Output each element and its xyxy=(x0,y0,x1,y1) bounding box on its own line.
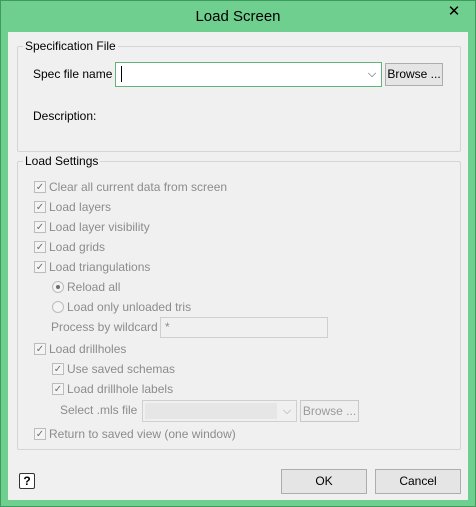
chevron-down-icon[interactable]: ⌵ xyxy=(366,68,378,80)
reload-all-radio[interactable] xyxy=(52,281,64,293)
select-mls-label: Select .mls file xyxy=(60,403,138,417)
clear-all-checkbox[interactable]: ✓ xyxy=(34,181,46,193)
description-label: Description: xyxy=(33,109,97,123)
spec-browse-button[interactable]: Browse ... xyxy=(385,63,443,86)
process-wildcard-input[interactable]: * xyxy=(160,317,328,338)
load-layer-visibility-checkbox[interactable]: ✓ xyxy=(34,221,46,233)
load-screen-dialog: Load Screen ✕ Specification File Spec fi… xyxy=(0,0,476,507)
spec-file-name-combo[interactable]: ⌵ xyxy=(115,62,382,87)
dialog-title: Load Screen xyxy=(195,8,281,25)
load-triangulations-label: Load triangulations xyxy=(49,260,151,274)
select-mls-combo[interactable]: ⌵ xyxy=(142,400,297,422)
use-saved-schemas-label: Use saved schemas xyxy=(67,362,176,376)
load-grids-checkbox[interactable]: ✓ xyxy=(34,241,46,253)
chevron-down-icon[interactable]: ⌵ xyxy=(281,405,293,417)
help-icon[interactable]: ? xyxy=(19,473,35,489)
load-layers-label: Load layers xyxy=(49,200,112,214)
close-icon[interactable]: ✕ xyxy=(439,2,469,22)
ok-button[interactable]: OK xyxy=(281,469,367,494)
mls-browse-button[interactable]: Browse ... xyxy=(300,400,359,422)
use-saved-schemas-checkbox[interactable]: ✓ xyxy=(52,363,64,375)
clear-all-label: Clear all current data from screen xyxy=(49,180,228,194)
load-drillhole-labels-label: Load drillhole labels xyxy=(67,382,174,396)
load-settings-title: Load Settings xyxy=(23,154,101,168)
return-saved-view-label: Return to saved view (one window) xyxy=(49,427,236,441)
load-triangulations-checkbox[interactable]: ✓ xyxy=(34,261,46,273)
load-grids-label: Load grids xyxy=(49,240,106,254)
title-bar[interactable]: Load Screen ✕ xyxy=(1,1,475,32)
spec-file-name-label: Spec file name xyxy=(33,67,113,81)
load-drillhole-labels-checkbox[interactable]: ✓ xyxy=(52,383,64,395)
select-mls-field xyxy=(145,403,277,419)
specification-file-title: Specification File xyxy=(23,39,118,53)
return-saved-view-checkbox[interactable]: ✓ xyxy=(34,428,46,440)
load-layers-checkbox[interactable]: ✓ xyxy=(34,201,46,213)
dialog-body: Specification File Spec file name ⌵ Brow… xyxy=(8,32,468,500)
process-wildcard-label: Process by wildcard xyxy=(51,320,158,334)
cancel-button[interactable]: Cancel xyxy=(375,469,461,494)
reload-all-label: Reload all xyxy=(67,280,121,294)
load-drillholes-label: Load drillholes xyxy=(49,342,127,356)
load-layer-visibility-label: Load layer visibility xyxy=(49,220,150,234)
load-drillholes-checkbox[interactable]: ✓ xyxy=(34,343,46,355)
text-cursor xyxy=(121,66,122,82)
load-only-unloaded-radio[interactable] xyxy=(52,301,64,313)
load-only-unloaded-label: Load only unloaded tris xyxy=(67,300,192,314)
